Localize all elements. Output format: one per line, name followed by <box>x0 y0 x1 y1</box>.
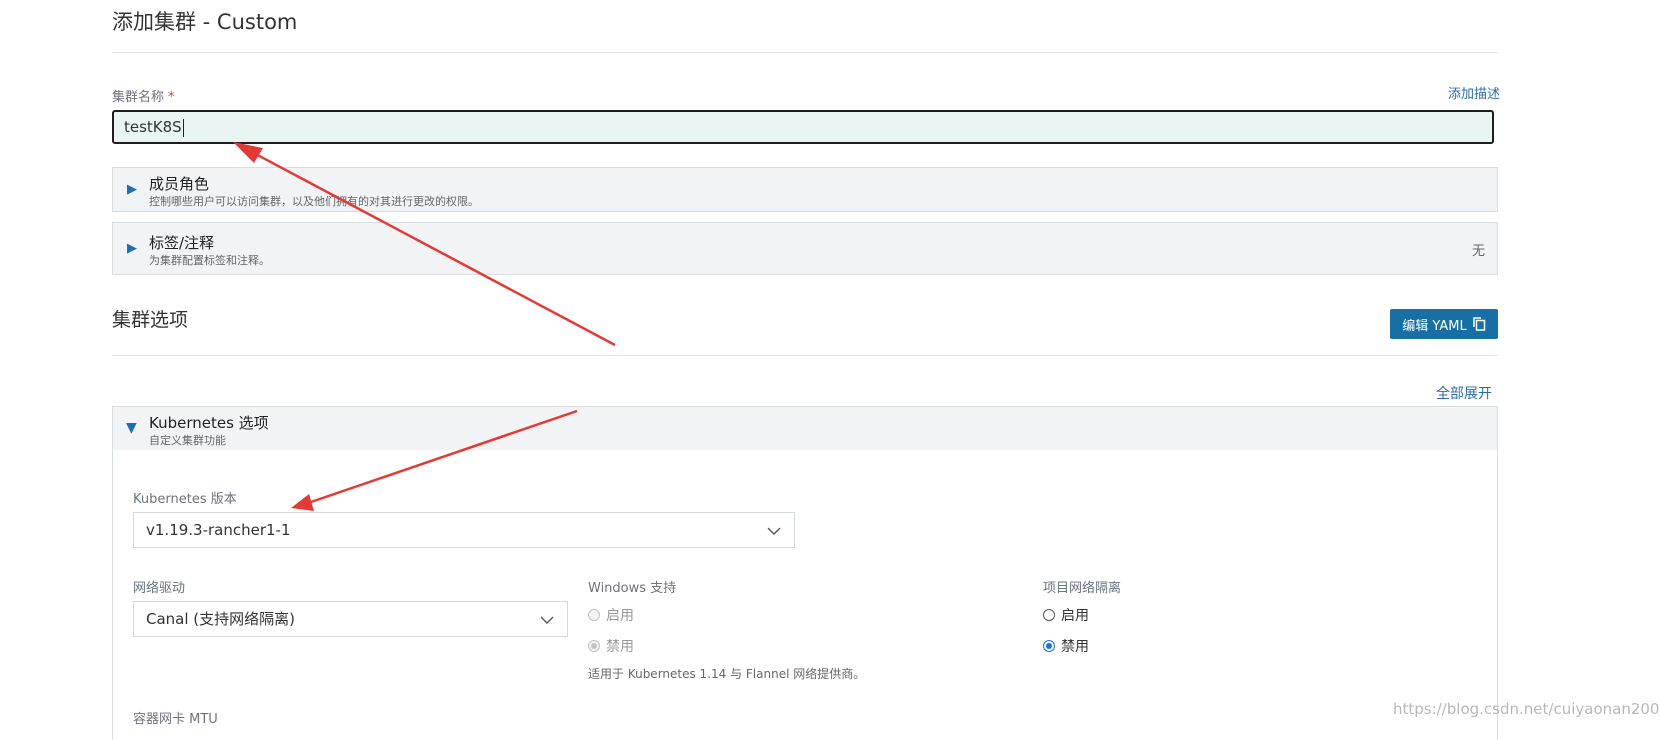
arrow-to-cluster-name <box>249 149 616 347</box>
arrow-to-k8s-version <box>307 409 578 505</box>
arrow-head-icon <box>291 494 314 511</box>
annotation-arrows <box>233 142 616 511</box>
arrow-head-icon <box>233 142 263 163</box>
watermark: https://blog.csdn.net/cuiyaonan2000 <box>1393 700 1660 718</box>
